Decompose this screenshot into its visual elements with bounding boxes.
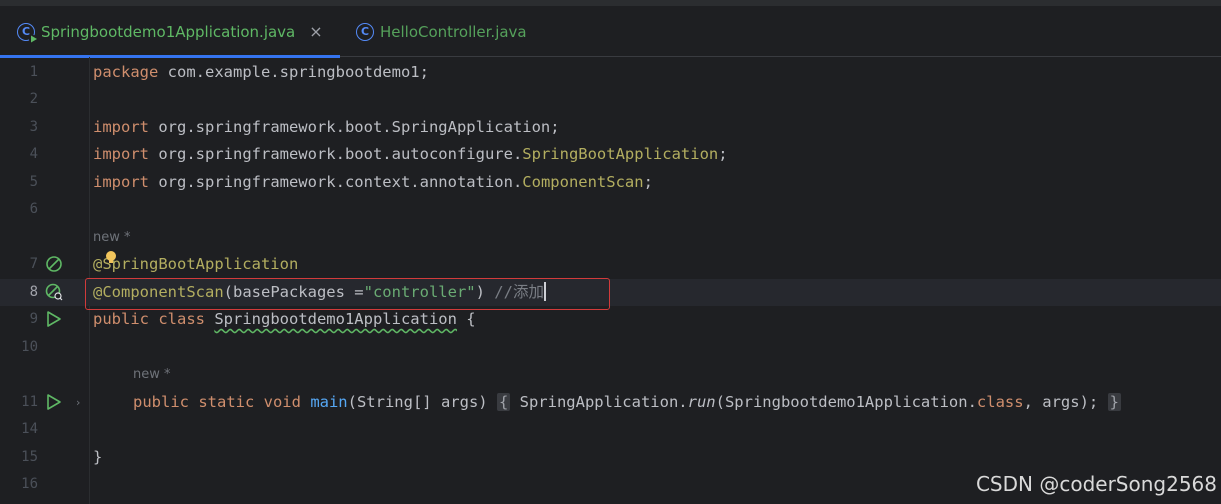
highlight-box <box>85 278 610 310</box>
code-line: 5 import org.springframework.context.ann… <box>0 169 1221 196</box>
line-number: 11 <box>21 394 38 410</box>
java-class-run-icon: C <box>17 22 38 44</box>
tab-springbootdemo1application[interactable]: C Springbootdemo1Application.java × <box>0 6 340 58</box>
line-number: 6 <box>29 201 38 217</box>
run-icon[interactable] <box>45 393 63 411</box>
folded-region[interactable]: } <box>1107 393 1121 411</box>
spring-component-scan-icon[interactable] <box>45 283 63 301</box>
line-number: 1 <box>29 64 38 80</box>
run-icon[interactable] <box>45 310 63 328</box>
code-line: 4 import org.springframework.boot.autoco… <box>0 141 1221 168</box>
code-line: 1 package com.example.springbootdemo1; <box>0 59 1221 86</box>
editor-tab-bar: C Springbootdemo1Application.java × C He… <box>0 6 1221 58</box>
line-number: 7 <box>29 256 38 272</box>
fold-chevron-icon[interactable]: › <box>76 389 80 416</box>
spring-bean-icon[interactable] <box>45 255 63 273</box>
code-editor[interactable]: 1 package com.example.springbootdemo1; 2… <box>0 57 1221 504</box>
code-line: 11 › public static void main(String[] ar… <box>0 389 1221 416</box>
usage-hint[interactable]: new * <box>93 224 131 251</box>
line-number: 8 <box>29 284 38 300</box>
code-line: 2 <box>0 86 1221 113</box>
tab-close-icon[interactable]: × <box>309 22 322 41</box>
line-number: 16 <box>21 476 38 492</box>
line-number: 15 <box>21 449 38 465</box>
line-number: 2 <box>29 91 38 107</box>
code-line: 15 } <box>0 444 1221 471</box>
usage-hint[interactable]: new * <box>133 361 171 388</box>
tab-hellocontroller[interactable]: C HelloController.java <box>354 6 527 57</box>
code-line: 9 public class Springbootdemo1Applicatio… <box>0 306 1221 333</box>
tab-label: Springbootdemo1Application.java <box>41 22 296 41</box>
line-number: 10 <box>21 339 38 355</box>
java-class-icon: C <box>356 22 374 41</box>
line-number: 5 <box>29 174 38 190</box>
folded-region[interactable]: { <box>496 393 511 411</box>
tab-label: HelloController.java <box>380 22 527 41</box>
line-number: 9 <box>29 311 38 327</box>
line-number: 4 <box>29 146 38 162</box>
code-line: 10 <box>0 334 1221 361</box>
watermark: CSDN @coderSong2568 <box>975 472 1217 496</box>
code-line: 3 import org.springframework.boot.Spring… <box>0 114 1221 141</box>
code-line: 14 <box>0 416 1221 443</box>
intention-bulb-icon[interactable] <box>104 250 118 264</box>
line-number: 3 <box>29 119 38 135</box>
line-number: 14 <box>21 421 38 437</box>
code-line: 6 <box>0 196 1221 223</box>
code-line: 7 @SpringBootApplication <box>0 251 1221 278</box>
